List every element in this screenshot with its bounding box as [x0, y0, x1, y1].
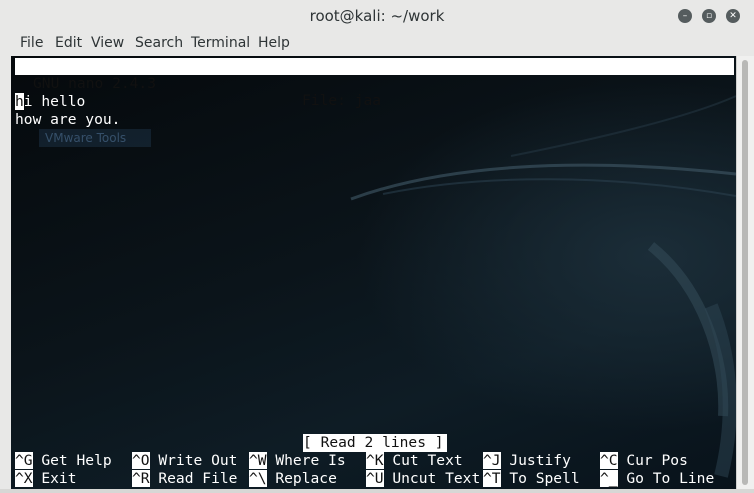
nano-version: GNU nano 2.4.3: [33, 75, 157, 92]
shortcut-key: ^X: [15, 470, 33, 487]
shortcut-label: Justify: [500, 452, 571, 469]
shortcut-read-file: ^R Read File: [132, 470, 237, 488]
shortcut-cut-text: ^K Cut Text: [366, 452, 463, 470]
shortcut-write-out: ^O Write Out: [132, 452, 237, 470]
text-cursor: h: [15, 93, 24, 110]
shortcut-label: Get Help: [32, 452, 112, 469]
shortcut-key: ^O: [132, 452, 150, 469]
nano-status-message: [ Read 2 lines ]: [303, 434, 447, 452]
menu-terminal[interactable]: Terminal: [191, 35, 250, 51]
shortcut-uncut-text: ^U Uncut Text: [366, 470, 480, 488]
shortcut-key: ^U: [366, 470, 384, 487]
nano-header-bar: GNU nano 2.4.3 File: jaa: [15, 58, 734, 109]
nano-filename: File: jaa: [302, 92, 382, 109]
shortcut-replace: ^\ Replace: [249, 470, 337, 488]
shortcut-label: To Spell: [500, 470, 580, 487]
shortcut-key: ^R: [132, 470, 150, 487]
menu-help[interactable]: Help: [258, 35, 290, 51]
shortcut-key: ^T: [483, 470, 501, 487]
scrollbar-thumb[interactable]: [742, 60, 748, 485]
menu-view[interactable]: View: [91, 35, 124, 51]
shortcut-label: Write Out: [149, 452, 238, 469]
menu-file[interactable]: File: [20, 35, 43, 51]
shortcut-exit: ^X Exit: [15, 470, 77, 488]
shortcut-label: Where Is: [266, 452, 346, 469]
editor-line-1-text: i hello: [23, 93, 86, 110]
shortcut-label: Uncut Text: [383, 470, 481, 487]
close-icon[interactable]: ✕: [726, 9, 740, 23]
shortcut-justify: ^J Justify: [483, 452, 571, 470]
window-frame-bottom: [0, 489, 754, 493]
shortcut-label: Replace: [266, 470, 337, 487]
shortcut-key: ^_: [600, 470, 618, 487]
shortcut-cur-pos: ^C Cur Pos: [600, 452, 688, 470]
menu-bar: File Edit View Search Terminal Help: [0, 32, 754, 56]
vmware-tools-overlay: VMware Tools: [39, 129, 151, 147]
shortcut-key: ^W: [249, 452, 267, 469]
shortcut-to-spell: ^T To Spell: [483, 470, 580, 488]
shortcut-key: ^C: [600, 452, 618, 469]
minimize-icon[interactable]: –: [678, 9, 692, 23]
menu-edit[interactable]: Edit: [55, 35, 82, 51]
shortcut-key: ^\: [249, 470, 267, 487]
editor-line-1[interactable]: hi hello: [15, 93, 85, 111]
shortcut-label: Read File: [149, 470, 238, 487]
shortcut-label: Cur Pos: [617, 452, 688, 469]
shortcut-label: Exit: [32, 470, 77, 487]
window-titlebar[interactable]: root@kali: ~/work – ▫ ✕: [0, 0, 754, 33]
terminal-area[interactable]: VMware Tools GNU nano 2.4.3 File: jaa hi…: [11, 56, 736, 493]
shortcut-get-help: ^G Get Help: [15, 452, 112, 470]
maximize-icon[interactable]: ▫: [702, 9, 716, 23]
shortcut-where-is: ^W Where Is: [249, 452, 346, 470]
window-title: root@kali: ~/work: [309, 7, 445, 25]
shortcut-key: ^G: [15, 452, 33, 469]
shortcut-key: ^J: [483, 452, 501, 469]
shortcut-key: ^K: [366, 452, 384, 469]
shortcut-go-to-line: ^_ Go To Line: [600, 470, 714, 488]
shortcut-label: Go To Line: [617, 470, 715, 487]
menu-search[interactable]: Search: [135, 35, 183, 51]
editor-line-2[interactable]: how are you.: [15, 111, 120, 129]
shortcut-label: Cut Text: [383, 452, 463, 469]
